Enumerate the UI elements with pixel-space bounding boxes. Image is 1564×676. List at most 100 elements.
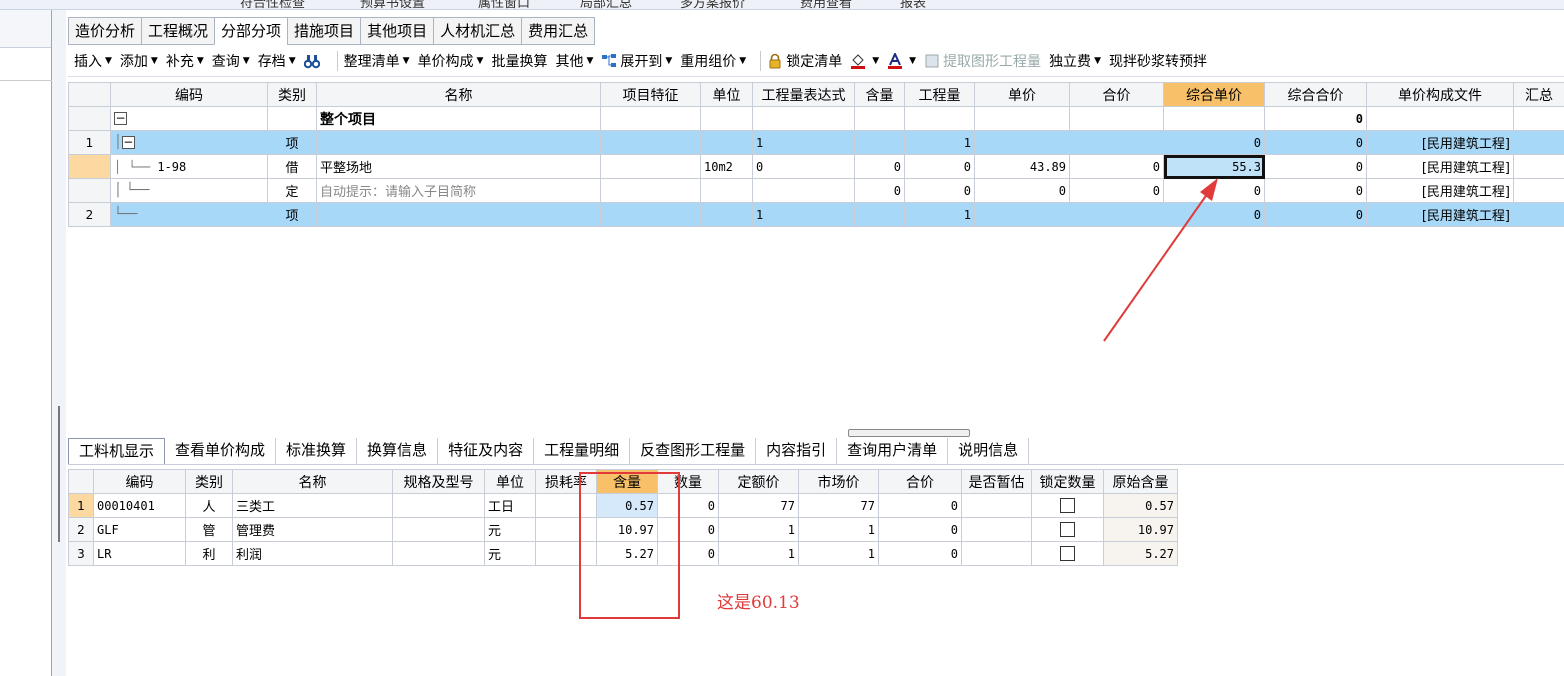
tab-labor-material-summary[interactable]: 人材机汇总 (433, 17, 522, 45)
partial-summary-button[interactable]: 局部汇总 (580, 0, 632, 9)
original-content-cell[interactable]: 5.27 (1103, 541, 1178, 566)
provisional-cell[interactable] (961, 541, 1032, 566)
find-button[interactable] (303, 53, 323, 69)
features-cell[interactable] (600, 178, 701, 203)
provisional-cell[interactable] (961, 493, 1032, 518)
name-cell[interactable] (316, 202, 601, 227)
name-input-hint[interactable]: 自动提示：请输入子目简称 (316, 178, 601, 203)
expr-cell[interactable]: 1 (752, 202, 855, 227)
summary-cell[interactable] (1513, 106, 1564, 131)
tab-query-user-list[interactable]: 查询用户清单 (837, 438, 949, 464)
col-header-quantity[interactable]: 工程量 (904, 82, 975, 107)
composite-total-cell[interactable]: 0 (1264, 178, 1367, 203)
original-content-cell[interactable]: 10.97 (1103, 517, 1178, 542)
type-cell[interactable]: 利 (185, 541, 233, 566)
name-cell[interactable]: 利润 (232, 541, 393, 566)
query-button[interactable]: 查询 ▼ (212, 51, 250, 71)
budget-settings-button[interactable]: 预算书设置 (360, 0, 425, 9)
table-row-item-2[interactable]: 2 └── 项 1 1 0 0 [民用建筑工程] (68, 202, 1564, 227)
col-header-original-content[interactable]: 原始含量 (1103, 469, 1178, 494)
corner-cell[interactable] (68, 82, 111, 107)
file-cell[interactable] (1366, 106, 1514, 131)
expr-cell[interactable]: 1 (752, 130, 855, 155)
quota-price-cell[interactable]: 1 (718, 517, 799, 542)
table-row-whole-project[interactable]: − 整个项目 0 (68, 106, 1564, 131)
name-cell[interactable]: 整个项目 (316, 106, 601, 131)
content-cell[interactable]: 0 (854, 178, 905, 203)
price-cell[interactable]: 43.89 (974, 154, 1070, 179)
quantity-cell[interactable]: 0 (904, 178, 975, 203)
lock-list-button[interactable]: 锁定清单 (767, 51, 842, 71)
col-header-quota-price[interactable]: 定额价 (718, 469, 799, 494)
col-header-features[interactable]: 项目特征 (600, 82, 701, 107)
fee-view-button[interactable]: 费用查看 (800, 0, 852, 9)
spec-cell[interactable] (392, 517, 485, 542)
fill-color-button[interactable]: ▼ (850, 53, 879, 69)
tab-measures[interactable]: 措施项目 (287, 17, 361, 45)
tab-project-overview[interactable]: 工程概况 (141, 17, 215, 45)
tab-other-items[interactable]: 其他项目 (360, 17, 434, 45)
tab-quantity-details[interactable]: 工程量明细 (534, 438, 631, 464)
name-cell[interactable] (316, 130, 601, 155)
col-header-name[interactable]: 名称 (232, 469, 393, 494)
quantity-cell[interactable]: 0 (904, 154, 975, 179)
tab-features-content[interactable]: 特征及内容 (438, 438, 535, 464)
summary-cell[interactable] (1513, 178, 1564, 203)
supplement-button[interactable]: 补充 ▼ (166, 51, 204, 71)
composite-total-cell[interactable]: 0 (1264, 106, 1367, 131)
table-row-quota-1-98[interactable]: │ └── 1-98 借 平整场地 10m2 0 0 0 43.89 0 55.3 0 [民用建… (68, 154, 1564, 179)
spec-cell[interactable] (392, 541, 485, 566)
market-price-cell[interactable]: 1 (798, 517, 879, 542)
content-cell[interactable] (854, 106, 905, 131)
expand-to-button[interactable]: 展开到 ▼ (601, 51, 672, 71)
organize-list-button[interactable]: 整理清单 ▼ (344, 51, 410, 71)
lock-quantity-cell[interactable] (1031, 517, 1104, 542)
left-navigation-pane[interactable] (0, 10, 52, 676)
type-cell[interactable]: 项 (267, 202, 317, 227)
quota-price-cell[interactable]: 77 (718, 493, 799, 518)
spec-cell[interactable] (392, 493, 485, 518)
lock-quantity-cell[interactable] (1031, 493, 1104, 518)
type-cell[interactable]: 人 (185, 493, 233, 518)
add-button[interactable]: 添加 ▼ (120, 51, 158, 71)
col-header-type[interactable]: 类别 (185, 469, 233, 494)
tab-conversion-info[interactable]: 换算信息 (357, 438, 439, 464)
features-cell[interactable] (600, 202, 701, 227)
type-cell[interactable]: 定 (267, 178, 317, 203)
composite-price-cell[interactable] (1163, 106, 1265, 131)
col-header-lock-quantity[interactable]: 锁定数量 (1031, 469, 1104, 494)
archive-button[interactable]: 存档 ▼ (258, 51, 296, 71)
unit-cell[interactable] (700, 178, 753, 203)
code-cell[interactable]: LR (93, 541, 186, 566)
file-cell[interactable]: [民用建筑工程] (1366, 130, 1514, 155)
expr-cell[interactable]: 0 (752, 154, 855, 179)
code-cell[interactable]: 00010401 (93, 493, 186, 518)
independent-fee-button[interactable]: 独立费 ▼ (1049, 51, 1101, 71)
summary-cell[interactable] (1513, 154, 1564, 179)
name-cell[interactable]: 三类工 (232, 493, 393, 518)
total-cell[interactable]: 0 (878, 541, 962, 566)
expr-cell[interactable] (752, 178, 855, 203)
col-header-unit[interactable]: 单位 (484, 469, 536, 494)
total-cell[interactable] (1069, 130, 1164, 155)
col-header-price-composition-file[interactable]: 单价构成文件 (1366, 82, 1514, 107)
quantity-cell[interactable]: 1 (904, 130, 975, 155)
composite-total-cell[interactable]: 0 (1264, 130, 1367, 155)
col-header-provisional[interactable]: 是否暂估 (961, 469, 1032, 494)
code-cell[interactable]: GLF (93, 517, 186, 542)
price-cell[interactable]: 0 (974, 178, 1070, 203)
composite-price-cell[interactable]: 0 (1163, 130, 1265, 155)
font-color-button[interactable]: ▼ (887, 51, 916, 69)
tab-view-price-composition[interactable]: 查看单价构成 (165, 438, 277, 464)
code-cell[interactable]: │ └── (110, 178, 268, 203)
col-header-unit[interactable]: 单位 (700, 82, 753, 107)
corner-cell[interactable] (68, 469, 94, 494)
insert-button[interactable]: 插入 ▼ (74, 51, 112, 71)
composite-total-cell[interactable]: 0 (1264, 202, 1367, 227)
unit-price-composition-button[interactable]: 单价构成 ▼ (418, 51, 484, 71)
type-cell[interactable] (267, 106, 317, 131)
total-cell[interactable]: 0 (878, 493, 962, 518)
table-row-item-1[interactable]: 1 │− 项 1 1 0 0 [民用建筑工程] (68, 130, 1564, 155)
col-header-code[interactable]: 编码 (110, 82, 268, 107)
market-price-cell[interactable]: 77 (798, 493, 879, 518)
